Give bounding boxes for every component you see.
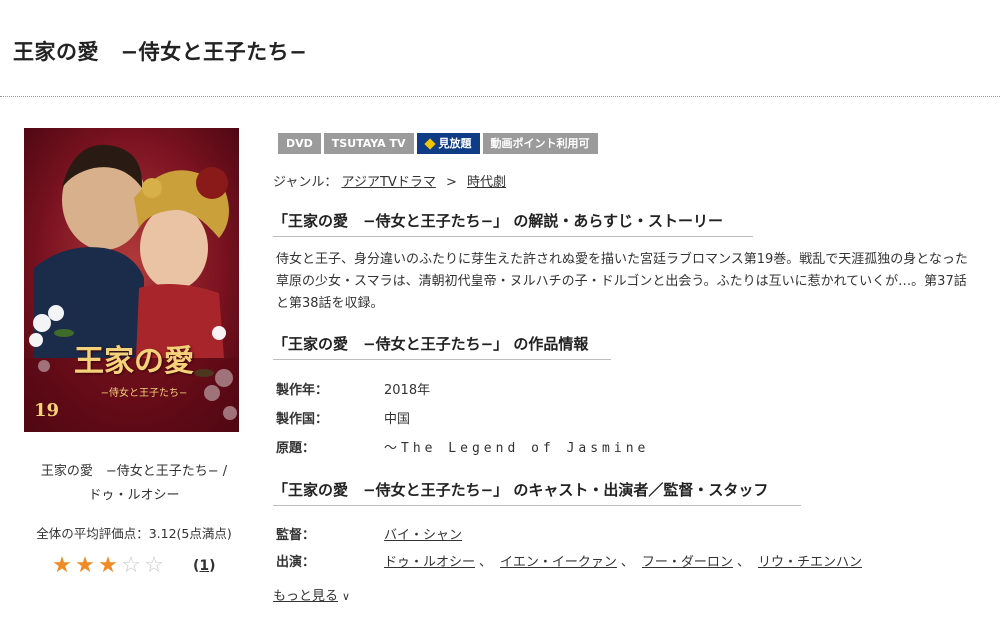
info-row-country: 製作国： 中国 [276,408,410,427]
star-full-icon: ★ [98,553,118,578]
cover-caption-title: 王家の愛 −侍女と王子たち− / [40,464,228,479]
actor-link[interactable]: フー・ダーロン [642,555,733,570]
info-heading: 「王家の愛 −侍女と王子たち−」 の作品情報 [273,333,611,360]
cover-title: 王家の愛 [74,344,194,379]
info-row-original-title: 原題： 〜The Legend of Jasmine [276,437,649,456]
cast-row-director: 監督： バイ・シャン [276,524,462,543]
info-original-value: 〜The Legend of Jasmine [384,441,650,456]
diamond-icon [423,137,436,150]
synopsis-text: 侍女と王子、身分違いのふたりに芽生えた許されぬ愛を描いた宮廷ラブロマンス第19巻… [276,252,968,311]
actor-link[interactable]: リウ・チエンハン [758,555,862,570]
genre-label: ジャンル： [273,175,338,190]
dvd-badge: DVD [278,133,321,154]
cover-caption-actor: ドゥ・ルオシー [88,488,180,503]
synopsis-heading: 「王家の愛 −侍女と王子たち−」 の解説・あらすじ・ストーリー [273,210,753,237]
genre-link-secondary[interactable]: 時代劇 [467,175,506,190]
cover-caption: 王家の愛 −侍女と王子たち− / ドゥ・ルオシー [14,460,254,508]
info-original-label: 原題： [276,441,316,456]
actor-link[interactable]: イエン・イークァン [500,555,617,570]
actor-separator: 、 [479,555,493,570]
cover-image[interactable]: 王家の愛 −侍女と王子たち− 19 [24,128,239,432]
rating-count[interactable]: (1) [193,558,216,574]
rating-count-close: ) [209,558,216,574]
actor-separator: 、 [736,555,750,570]
cast-heading: 「王家の愛 −侍女と王子たち−」 のキャスト・出演者／監督・スタッフ [273,479,801,506]
director-link[interactable]: バイ・シャン [384,528,462,543]
rating-count-link[interactable]: 1 [199,558,209,574]
points-badge: 動画ポイント利用可 [482,133,598,154]
unlimited-badge-label: 見放題 [438,137,472,150]
chevron-down-icon: ∨ [342,590,351,603]
cover-subtitle: −侍女と王子たち− [100,388,188,399]
actor-separator: 、 [620,555,634,570]
unlimited-badge: 見放題 [416,133,480,154]
cast-row-actors: 出演： ドゥ・ルオシー、イエン・イークァン、フー・ダーロン、リウ・チエンハン [276,551,862,570]
info-row-year: 製作年： 2018年 [276,379,430,398]
cover-volume: 19 [34,400,60,421]
show-more-label: もっと見る [273,589,339,604]
star-rating: ★ ★ ★ ☆ ☆ [50,553,165,579]
tsutaya-tv-badge: TSUTAYA TV [323,133,414,154]
director-label: 監督： [276,528,316,543]
show-more-link[interactable]: もっと見る ∨ [273,585,350,604]
genre-separator: > [445,175,457,190]
info-country-label: 製作国： [276,412,329,427]
actors-label: 出演： [276,555,316,570]
genre-breadcrumb: ジャンル： アジアTVドラマ > 時代劇 [273,171,506,190]
info-year-label: 製作年： [276,383,329,398]
star-empty-icon: ☆ [121,553,141,578]
page-title: 王家の愛 −侍女と王子たち− [13,40,308,64]
average-rating-text: 全体の平均評価点：3.12(5点満点) [36,526,232,541]
info-country-value: 中国 [384,412,411,427]
info-year-value: 2018年 [384,383,431,398]
star-full-icon: ★ [75,553,95,578]
actor-link[interactable]: ドゥ・ルオシー [384,555,475,570]
availability-badges: DVD TSUTAYA TV 見放題 動画ポイント利用可 [278,133,598,154]
header-divider [0,96,1000,97]
star-empty-icon: ☆ [144,553,164,578]
star-full-icon: ★ [52,553,72,578]
genre-link-primary[interactable]: アジアTVドラマ [342,175,436,190]
